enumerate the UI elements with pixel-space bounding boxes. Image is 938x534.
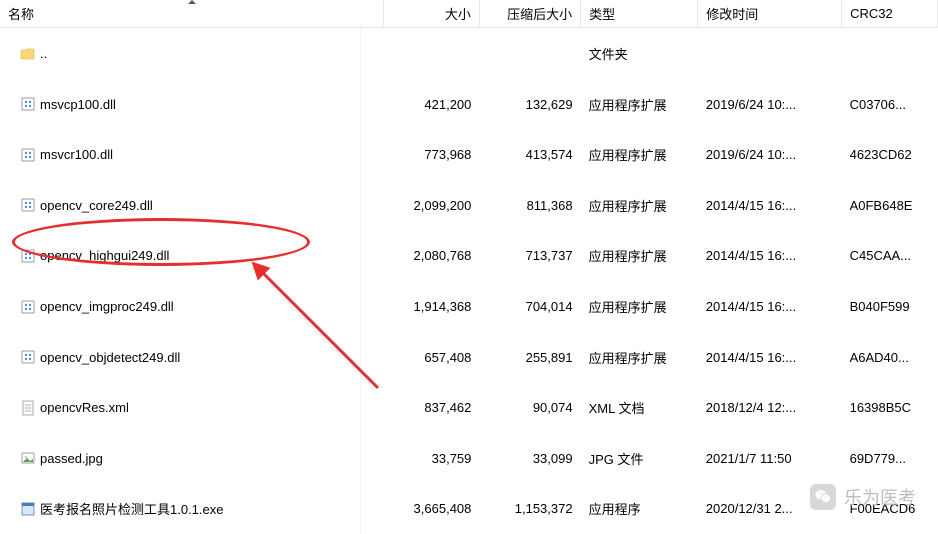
- file-compressed-size: 132,629: [479, 79, 580, 130]
- file-size: 2,080,768: [384, 231, 480, 282]
- file-compressed-size: 33,099: [479, 433, 580, 484]
- file-name: opencv_core249.dll: [40, 198, 153, 213]
- file-name: opencv_objdetect249.dll: [40, 350, 180, 365]
- file-compressed-size: 713,737: [479, 231, 580, 282]
- table-row[interactable]: passed.jpg 33,75933,099JPG 文件2021/1/7 11:…: [0, 433, 938, 484]
- header-mtime[interactable]: 修改时间: [698, 0, 842, 28]
- file-crc: C03706...: [842, 79, 938, 130]
- file-size: 3,665,408: [384, 483, 480, 534]
- header-type[interactable]: 类型: [581, 0, 698, 28]
- table-row[interactable]: opencv_highgui249.dll 2,080,768713,737应用程…: [0, 231, 938, 282]
- file-list-table: 名称 大小 压缩后大小 类型 修改时间 CRC32 .. 文件夹: [0, 0, 938, 534]
- xml-file-icon: [20, 400, 36, 416]
- file-compressed-size: 255,891: [479, 332, 580, 383]
- file-name: 医考报名照片检测工具1.0.1.exe: [40, 499, 224, 518]
- file-size: 421,200: [384, 79, 480, 130]
- wechat-icon: [810, 484, 836, 510]
- dll-file-icon: [20, 248, 36, 264]
- column-header-row: 名称 大小 压缩后大小 类型 修改时间 CRC32: [0, 0, 938, 28]
- file-list-body: .. 文件夹 msvcp100.dll421,200132,629应用程序扩展2…: [0, 28, 938, 534]
- file-type: 应用程序扩展: [581, 281, 698, 332]
- file-name: msvcp100.dll: [40, 97, 116, 112]
- file-mtime: 2019/6/24 10:...: [698, 130, 842, 181]
- file-size: 657,408: [384, 332, 480, 383]
- jpg-file-icon: [20, 450, 36, 466]
- file-type: 应用程序扩展: [581, 180, 698, 231]
- sort-ascending-icon: [188, 0, 196, 4]
- file-name: opencvRes.xml: [40, 400, 129, 415]
- file-crc: 69D779...: [842, 433, 938, 484]
- file-mtime: 2021/1/7 11:50: [698, 433, 842, 484]
- file-name: opencv_highgui249.dll: [40, 248, 169, 263]
- file-crc: C45CAA...: [842, 231, 938, 282]
- table-row[interactable]: msvcr100.dll 773,968413,574应用程序扩展2019/6/2…: [0, 130, 938, 181]
- file-mtime: 2014/4/15 16:...: [698, 332, 842, 383]
- file-type: 应用程序: [581, 483, 698, 534]
- dll-file-icon: [20, 299, 36, 315]
- table-row[interactable]: opencvRes.xml 837,46290,074XML 文档2018/12/…: [0, 382, 938, 433]
- table-row[interactable]: opencv_imgproc249.dll 1,914,368704,014应用程…: [0, 281, 938, 332]
- file-compressed-size: 1,153,372: [479, 483, 580, 534]
- header-compressed[interactable]: 压缩后大小: [479, 0, 580, 28]
- file-type: 应用程序扩展: [581, 332, 698, 383]
- header-size[interactable]: 大小: [384, 0, 480, 28]
- header-name-label: 名称: [8, 7, 34, 22]
- file-type: XML 文档: [581, 382, 698, 433]
- file-type: 应用程序扩展: [581, 231, 698, 282]
- exe-file-icon: [20, 501, 36, 517]
- file-compressed-size: 413,574: [479, 130, 580, 181]
- column-divider: [360, 24, 361, 534]
- file-name: opencv_imgproc249.dll: [40, 299, 174, 314]
- file-type: 应用程序扩展: [581, 130, 698, 181]
- file-crc: 4623CD62: [842, 130, 938, 181]
- file-type: 应用程序扩展: [581, 79, 698, 130]
- file-mtime: 2014/4/15 16:...: [698, 281, 842, 332]
- file-compressed-size: 811,368: [479, 180, 580, 231]
- dll-file-icon: [20, 96, 36, 112]
- table-row[interactable]: msvcp100.dll 421,200132,629应用程序扩展2019/6/2…: [0, 79, 938, 130]
- table-row[interactable]: opencv_core249.dll 2,099,200811,368应用程序扩展…: [0, 180, 938, 231]
- dll-file-icon: [20, 349, 36, 365]
- file-name: passed.jpg: [40, 451, 103, 466]
- file-mtime: 2018/12/4 12:...: [698, 382, 842, 433]
- file-compressed-size: 90,074: [479, 382, 580, 433]
- parent-folder-name: ..: [40, 46, 47, 61]
- file-type: JPG 文件: [581, 433, 698, 484]
- file-mtime: 2014/4/15 16:...: [698, 180, 842, 231]
- file-crc: A6AD40...: [842, 332, 938, 383]
- file-compressed-size: 704,014: [479, 281, 580, 332]
- file-crc: B040F599: [842, 281, 938, 332]
- file-mtime: 2019/6/24 10:...: [698, 79, 842, 130]
- watermark: 乐为医考: [810, 484, 916, 510]
- table-row[interactable]: 医考报名照片检测工具1.0.1.exe 3,665,4081,153,372应用程…: [0, 483, 938, 534]
- dll-file-icon: [20, 147, 36, 163]
- file-crc: A0FB648E: [842, 180, 938, 231]
- parent-folder-row[interactable]: .. 文件夹: [0, 28, 938, 80]
- file-crc: 16398B5C: [842, 382, 938, 433]
- file-size: 773,968: [384, 130, 480, 181]
- file-size: 2,099,200: [384, 180, 480, 231]
- file-mtime: 2014/4/15 16:...: [698, 231, 842, 282]
- file-size: 1,914,368: [384, 281, 480, 332]
- file-size: 837,462: [384, 382, 480, 433]
- folder-up-icon: [20, 46, 36, 62]
- file-name: msvcr100.dll: [40, 147, 113, 162]
- table-row[interactable]: opencv_objdetect249.dll 657,408255,891应用程…: [0, 332, 938, 383]
- file-size: 33,759: [384, 433, 480, 484]
- dll-file-icon: [20, 197, 36, 213]
- watermark-text: 乐为医考: [844, 484, 916, 510]
- header-crc[interactable]: CRC32: [842, 0, 938, 28]
- header-name[interactable]: 名称: [0, 0, 384, 28]
- parent-folder-type: 文件夹: [589, 47, 628, 62]
